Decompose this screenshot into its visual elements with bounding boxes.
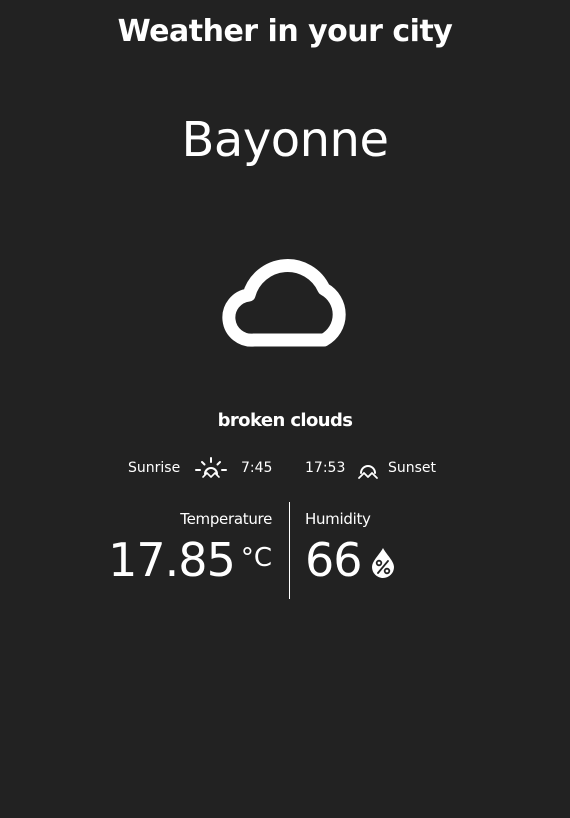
- sunrise-time: 7:45: [241, 460, 273, 476]
- stats-divider: [289, 502, 290, 599]
- city-name: Bayonne: [181, 112, 390, 168]
- sunrise-label: Sunrise: [128, 460, 181, 476]
- sunrise-icon: [195, 457, 227, 479]
- weather-stats: Temperature 17.85 °C Humidity 66: [0, 502, 570, 600]
- sunset-time: 17:53: [305, 460, 346, 476]
- humidity-label: Humidity: [305, 510, 371, 528]
- weather-description: broken clouds: [217, 410, 353, 431]
- sun-times-row: Sunrise 7:45 17:53 Sunset: [0, 456, 570, 480]
- cloud-icon: [222, 259, 346, 347]
- temperature-label: Temperature: [180, 510, 272, 528]
- temperature-reading: 17.85 °C: [108, 532, 272, 588]
- temperature-value: 17.85: [108, 533, 236, 587]
- temperature-unit: °C: [240, 543, 272, 573]
- page-title: Weather in your city: [117, 14, 453, 49]
- humidity-reading: 66: [305, 532, 396, 588]
- humidity-value: 66: [305, 533, 363, 587]
- sunset-icon: [358, 465, 378, 479]
- sunset-label: Sunset: [388, 460, 437, 476]
- humidity-percent-icon: [371, 548, 394, 578]
